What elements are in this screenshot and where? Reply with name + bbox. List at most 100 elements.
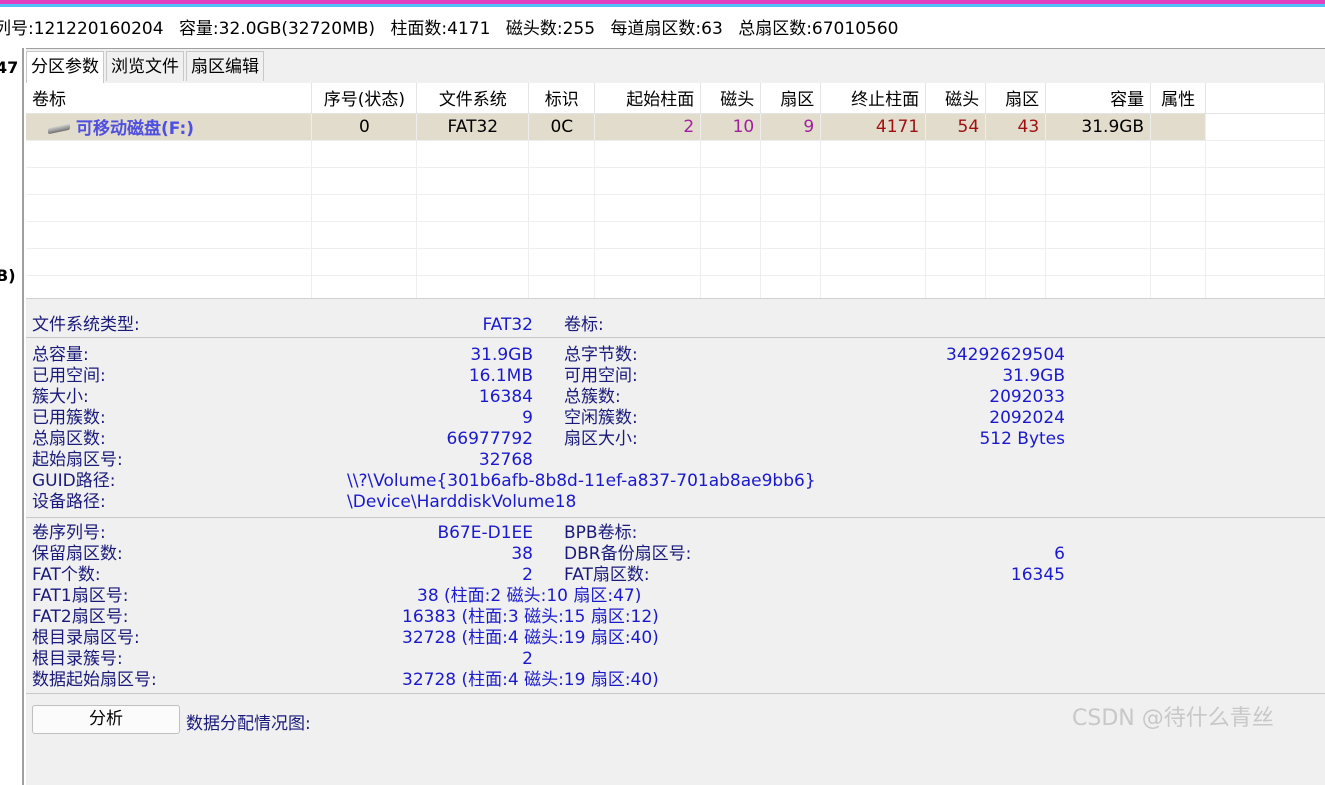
col-header-capacity[interactable]: 容量 [1045, 83, 1152, 114]
fat1-sector-value: 38 (柱面:2 磁头:10 扇区:47) [417, 586, 642, 606]
free-space-value: 31.9GB [1002, 366, 1065, 386]
details-divider [26, 693, 1325, 694]
fat-sectors-label: FAT扇区数: [564, 565, 650, 585]
col-header-start-sector[interactable]: 扇区 [760, 83, 822, 114]
cell-start-cylinder: 2 [594, 113, 702, 141]
total-clusters-value: 2092033 [989, 387, 1065, 407]
disk-heads: 磁头数:255 [505, 19, 596, 39]
main-panel: 分区参数 浏览文件 扇区编辑 卷标 序号(状态) 文件系统 标识 起始柱面 磁头… [26, 48, 1325, 785]
col-header-volume[interactable]: 卷标 [26, 83, 313, 114]
used-clusters-value: 9 [522, 408, 533, 428]
free-clusters-label: 空闲簇数: [564, 408, 638, 428]
data-start-sector-value: 32728 (柱面:4 磁头:19 扇区:40) [402, 670, 659, 690]
table-header-row: 卷标 序号(状态) 文件系统 标识 起始柱面 磁头 扇区 终止柱面 磁头 扇区 … [26, 83, 1325, 114]
analyze-button[interactable]: 分析 [32, 705, 180, 734]
tab-sector-edit[interactable]: 扇区编辑 [186, 51, 264, 81]
tab-bar: 分区参数 浏览文件 扇区编辑 [26, 51, 266, 83]
reserved-sectors-label: 保留扇区数: [32, 544, 123, 564]
root-dir-cluster-value: 2 [522, 649, 533, 669]
cell-end-head: 54 [925, 113, 987, 141]
used-space-value: 16.1MB [468, 366, 533, 386]
disk-serial: 列号:121220160204 [0, 19, 164, 39]
col-header-start-head[interactable]: 磁头 [700, 83, 762, 114]
total-capacity-value: 31.9GB [470, 345, 533, 365]
cell-attributes [1150, 113, 1207, 141]
cell-end-sector: 43 [985, 113, 1047, 141]
total-clusters-label: 总簇数: [564, 387, 621, 407]
cell-start-sector: 9 [760, 113, 822, 141]
sector-size-label: 扇区大小: [564, 429, 638, 449]
data-start-sector-label: 数据起始扇区号: [32, 670, 157, 690]
details-divider [26, 337, 1325, 338]
fat1-sector-label: FAT1扇区号: [32, 586, 129, 606]
volume-serial-label: 卷序列号: [32, 523, 106, 543]
left-panel-fragment-2: B) [0, 266, 16, 285]
used-clusters-label: 已用簇数: [32, 408, 106, 428]
cell-filesystem: FAT32 [416, 113, 530, 141]
col-header-end-cylinder[interactable]: 终止柱面 [820, 83, 927, 114]
free-space-label: 可用空间: [564, 366, 638, 386]
sector-size-value: 512 Bytes [979, 429, 1065, 449]
partition-table: 卷标 序号(状态) 文件系统 标识 起始柱面 磁头 扇区 终止柱面 磁头 扇区 … [26, 83, 1325, 299]
used-space-label: 已用空间: [32, 366, 106, 386]
total-capacity-label: 总容量: [32, 345, 89, 365]
cell-volume: 可移动磁盘(F:) [26, 113, 313, 141]
fat-count-label: FAT个数: [32, 565, 101, 585]
col-header-attributes[interactable]: 属性 [1150, 83, 1207, 114]
fat-sectors-value: 16345 [1010, 565, 1065, 585]
col-header-filler [1205, 83, 1325, 114]
disk-info-bar: 列号:121220160204 容量:32.0GB(32720MB) 柱面数:4… [0, 10, 1319, 48]
col-header-index[interactable]: 序号(状态) [311, 83, 418, 114]
table-row[interactable]: 可移动磁盘(F:) 0 FAT32 0C 2 10 9 4171 54 43 3… [26, 113, 1325, 141]
root-dir-sector-label: 根目录扇区号: [32, 628, 140, 648]
dbr-backup-value: 6 [1054, 544, 1065, 564]
bpb-label-label: BPB卷标: [564, 523, 638, 543]
fat-count-value: 2 [522, 565, 533, 585]
tab-browse-files[interactable]: 浏览文件 [106, 51, 184, 81]
left-tree-panel[interactable]: 47 B) [0, 48, 24, 785]
cell-capacity: 31.9GB [1045, 113, 1152, 141]
cell-start-head: 10 [700, 113, 762, 141]
cell-filler [1205, 113, 1325, 141]
tab-partition-params[interactable]: 分区参数 [26, 51, 104, 83]
disk-cylinders: 柱面数:4171 [390, 19, 491, 39]
empty-row [26, 194, 1325, 222]
col-header-end-sector[interactable]: 扇区 [985, 83, 1047, 114]
cell-index: 0 [311, 113, 418, 141]
disk-capacity: 容量:32.0GB(32720MB) [178, 19, 376, 39]
volume-serial-value: B67E-D1EE [437, 523, 533, 543]
col-header-end-head[interactable]: 磁头 [925, 83, 987, 114]
total-bytes-value: 34292629504 [946, 345, 1065, 365]
col-header-start-cylinder[interactable]: 起始柱面 [594, 83, 702, 114]
col-header-id[interactable]: 标识 [528, 83, 596, 114]
guid-path-label: GUID路径: [32, 471, 116, 491]
total-sectors-value: 66977792 [446, 429, 533, 449]
empty-row [26, 167, 1325, 195]
volume-label-label: 卷标: [564, 315, 604, 335]
top-accent-stripe-cyan [0, 4, 1325, 7]
volume-name: 可移动磁盘(F:) [76, 119, 195, 139]
col-header-filesystem[interactable]: 文件系统 [416, 83, 530, 114]
removable-drive-icon [48, 124, 70, 134]
guid-path-value: \\?\Volume{301b6afb-8b8d-11ef-a837-701ab… [347, 471, 816, 491]
csdn-watermark: CSDN @待什么青丝 [1072, 706, 1274, 731]
dbr-backup-label: DBR备份扇区号: [564, 544, 692, 564]
total-bytes-label: 总字节数: [564, 345, 638, 365]
details-divider [26, 517, 1325, 518]
free-clusters-value: 2092024 [989, 408, 1065, 428]
cell-end-cylinder: 4171 [820, 113, 927, 141]
disk-sectors-per-track: 每道扇区数:63 [610, 19, 723, 39]
empty-row [26, 248, 1325, 276]
empty-row [26, 275, 1325, 298]
cluster-size-value: 16384 [478, 387, 533, 407]
fs-type-label: 文件系统类型: [32, 315, 140, 335]
root-dir-sector-value: 32728 (柱面:4 磁头:19 扇区:40) [402, 628, 659, 648]
fs-type-value: FAT32 [482, 315, 533, 335]
cell-id: 0C [528, 113, 596, 141]
root-dir-cluster-label: 根目录簇号: [32, 649, 123, 669]
device-path-value: \Device\HarddiskVolume18 [347, 492, 577, 512]
start-sector-value: 32768 [478, 450, 533, 470]
disk-total-sectors: 总扇区数:67010560 [738, 19, 899, 39]
left-panel-fragment-1: 47 [0, 58, 19, 77]
device-path-label: 设备路径: [32, 492, 106, 512]
